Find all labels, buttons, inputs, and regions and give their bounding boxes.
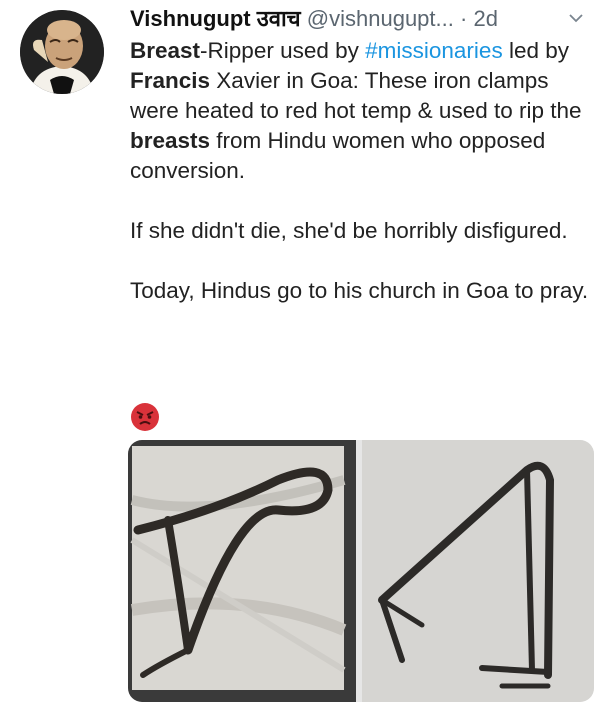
text-bold-francis: Francis	[130, 68, 211, 93]
chevron-down-icon[interactable]	[568, 10, 584, 26]
author-handle[interactable]: @vishnugupt...	[307, 6, 454, 31]
hashtag-missionaries[interactable]: #missionaries	[365, 38, 503, 63]
tweet-header: Vishnugupt उवाच @vishnugupt... · 2d	[130, 2, 600, 36]
timestamp[interactable]: 2d	[473, 6, 497, 31]
text-span: led by	[502, 38, 569, 63]
iron-clamp-photo-1[interactable]	[128, 440, 356, 702]
tweet-paragraph-2: If she didn't die, she'd be horribly dis…	[130, 218, 568, 243]
iron-clamp-photo-2[interactable]	[362, 440, 594, 702]
avatar-image	[20, 10, 104, 94]
text-span: -Ripper used by	[200, 38, 366, 63]
separator-dot: ·	[460, 6, 468, 31]
author-name[interactable]: Vishnugupt उवाच	[130, 6, 301, 31]
tweet-media[interactable]	[128, 440, 594, 702]
tweet-text: Breast-Ripper used by #missionaries led …	[130, 36, 600, 306]
text-bold-breast: Breast	[130, 38, 201, 63]
tweet-paragraph-1: Breast-Ripper used by #missionaries led …	[130, 36, 600, 186]
tweet-paragraph-3: Today, Hindus go to his church in Goa to…	[130, 278, 589, 303]
text-bold-breasts: breasts	[130, 128, 211, 153]
angry-face-icon	[131, 403, 159, 431]
avatar[interactable]	[20, 10, 104, 94]
